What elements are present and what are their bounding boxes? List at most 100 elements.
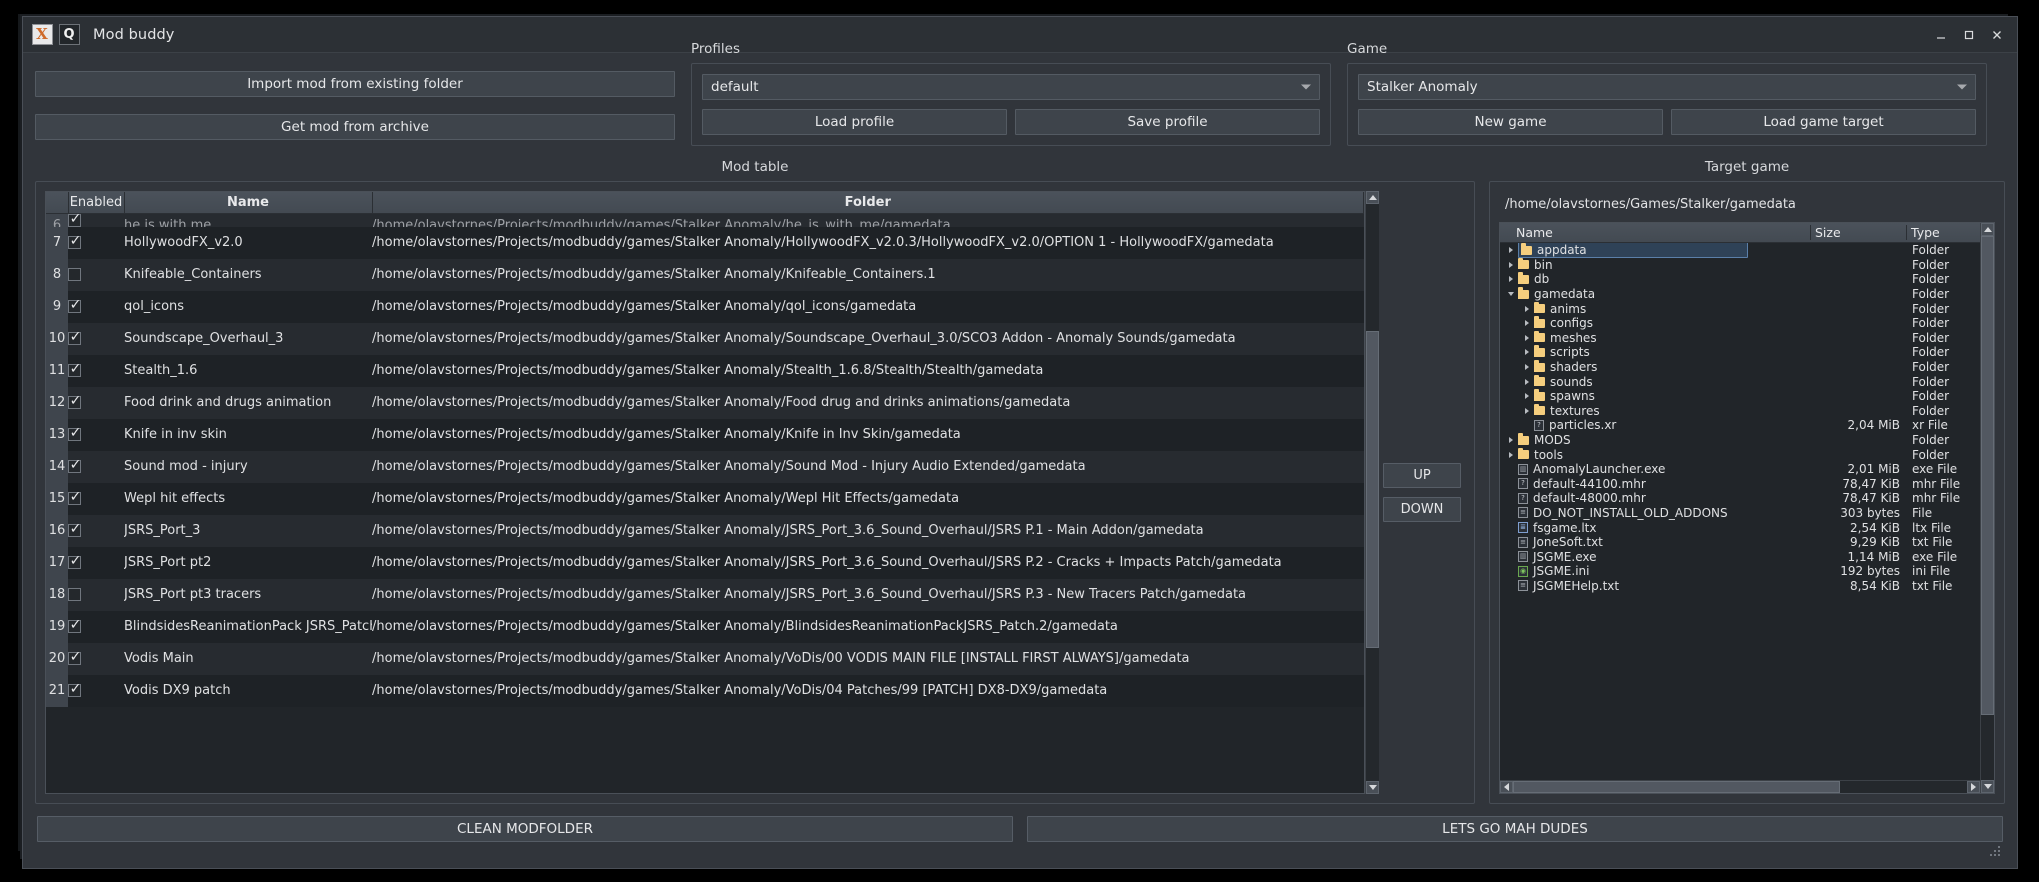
clean-modfolder-button[interactable]: CLEAN MODFOLDER <box>37 816 1013 842</box>
table-row[interactable]: 20 Vodis Main/home/olavstornes/Projects/m… <box>46 642 1364 675</box>
enabled-checkbox-cell[interactable] <box>68 642 124 675</box>
tree-row[interactable]: db Folder <box>1500 272 1980 287</box>
tree-row-name-cell[interactable]: appdata <box>1500 243 1810 259</box>
tree-row[interactable]: ≡ DO_NOT_INSTALL_OLD_ADDONS 303 bytes File <box>1500 506 1980 521</box>
mod-folder-cell[interactable]: /home/olavstornes/Projects/modbuddy/game… <box>372 578 1364 611</box>
table-row[interactable]: 21 Vodis DX9 patch/home/olavstornes/Proje… <box>46 674 1364 707</box>
tree-row[interactable]: meshes Folder <box>1500 330 1980 346</box>
load-game-target-button[interactable]: Load game target <box>1671 109 1976 135</box>
row-index[interactable]: 16 <box>46 514 68 547</box>
enabled-checkbox-cell[interactable] <box>68 610 124 643</box>
table-row[interactable]: 18 JSRS_Port pt3 tracers/home/olavstornes… <box>46 578 1364 611</box>
tree-row-name-cell[interactable]: ? default-48000.mhr <box>1500 491 1810 505</box>
chevron-right-icon[interactable] <box>1520 349 1534 356</box>
mod-folder-cell[interactable]: /home/olavstornes/Projects/modbuddy/game… <box>372 514 1364 547</box>
mod-table-header-enabled[interactable]: Enabled <box>68 192 125 214</box>
scroll-left-button[interactable] <box>1500 781 1513 793</box>
enabled-checkbox[interactable] <box>68 681 82 697</box>
maximize-icon[interactable] <box>1955 22 1983 48</box>
chevron-right-icon[interactable] <box>1504 437 1518 444</box>
tree-vertical-scrollbar[interactable] <box>1980 223 1994 793</box>
mod-name-cell[interactable]: he is with me <box>124 213 372 227</box>
tree-row-name-cell[interactable]: anims <box>1500 301 1810 316</box>
mod-name-cell[interactable]: Food drink and drugs animation <box>124 386 372 419</box>
game-select[interactable]: Stalker Anomaly <box>1358 74 1976 100</box>
enabled-checkbox-cell[interactable] <box>68 418 124 451</box>
enabled-checkbox[interactable] <box>68 297 82 313</box>
profile-select[interactable]: default <box>702 74 1320 100</box>
mod-folder-cell[interactable]: /home/olavstornes/Projects/modbuddy/game… <box>372 290 1364 323</box>
enabled-checkbox-cell[interactable] <box>68 213 124 227</box>
tree-row-name-cell[interactable]: spawns <box>1500 389 1810 403</box>
mod-name-cell[interactable]: Knifeable_Containers <box>124 258 372 291</box>
scroll-up-button[interactable] <box>1366 191 1379 204</box>
enabled-checkbox[interactable] <box>68 393 82 409</box>
mod-name-cell[interactable]: Vodis Main <box>124 642 372 675</box>
mod-folder-cell[interactable]: /home/olavstornes/Projects/modbuddy/game… <box>372 418 1364 451</box>
row-index[interactable]: 6 <box>46 213 68 227</box>
table-row[interactable]: 16 JSRS_Port_3/home/olavstornes/Projects/… <box>46 514 1364 547</box>
tree-scroll-track[interactable] <box>1981 236 1994 780</box>
enabled-checkbox[interactable] <box>68 329 82 345</box>
enabled-checkbox[interactable] <box>68 521 82 537</box>
enabled-checkbox[interactable] <box>68 617 82 633</box>
tree-row-name-cell[interactable]: ≡ DO_NOT_INSTALL_OLD_ADDONS <box>1500 506 1810 520</box>
tree-horizontal-scrollbar[interactable] <box>1500 780 1980 793</box>
enabled-checkbox[interactable] <box>68 361 82 377</box>
mod-name-cell[interactable]: Vodis DX9 patch <box>124 674 372 707</box>
tree-row[interactable]: bin Folder <box>1500 257 1980 273</box>
row-index[interactable]: 20 <box>46 642 68 675</box>
mod-name-cell[interactable]: JSRS_Port pt3 tracers <box>124 578 372 611</box>
table-row[interactable]: 10 Soundscape_Overhaul_3/home/olavstornes… <box>46 322 1364 355</box>
chevron-right-icon[interactable] <box>1504 247 1518 254</box>
tree-header-size[interactable]: Size <box>1810 225 1906 240</box>
enabled-checkbox[interactable] <box>68 553 82 569</box>
tree-row-name-cell[interactable]: scripts <box>1500 345 1810 359</box>
tree-scroll-down-button[interactable] <box>1981 780 1994 793</box>
mod-table[interactable]: Enabled Name Folder 6 he is with me/home/… <box>45 191 1365 794</box>
row-index[interactable]: 8 <box>46 258 68 291</box>
tree-row-name-cell[interactable]: ? particles.xr <box>1500 418 1810 432</box>
enabled-checkbox[interactable] <box>68 649 82 665</box>
scroll-down-button[interactable] <box>1366 781 1379 794</box>
enabled-checkbox[interactable] <box>68 457 82 473</box>
tree-header-type[interactable]: Type <box>1906 225 1980 240</box>
import-mod-from-folder-button[interactable]: Import mod from existing folder <box>35 71 675 97</box>
tree-row[interactable]: ▥ JSGME.exe 1,14 MiB exe File <box>1500 549 1980 564</box>
table-row[interactable]: 17 JSRS_Port pt2/home/olavstornes/Project… <box>46 546 1364 579</box>
mod-folder-cell[interactable]: /home/olavstornes/Projects/modbuddy/game… <box>372 610 1364 643</box>
chevron-right-icon[interactable] <box>1520 407 1534 414</box>
mod-name-cell[interactable]: Stealth_1.6 <box>124 354 372 387</box>
row-index[interactable]: 12 <box>46 386 68 419</box>
move-up-button[interactable]: UP <box>1383 463 1461 488</box>
enabled-checkbox-cell[interactable] <box>68 386 124 419</box>
chevron-right-icon[interactable] <box>1520 320 1534 327</box>
tree-row[interactable]: shaders Folder <box>1500 360 1980 375</box>
mod-folder-cell[interactable]: /home/olavstornes/Projects/modbuddy/game… <box>372 322 1364 355</box>
mod-folder-cell[interactable]: /home/olavstornes/Projects/modbuddy/game… <box>372 386 1364 419</box>
row-index[interactable]: 10 <box>46 322 68 355</box>
enabled-checkbox-cell[interactable] <box>68 546 124 579</box>
scroll-right-button[interactable] <box>1967 781 1980 793</box>
new-game-button[interactable]: New game <box>1358 109 1663 135</box>
tree-row[interactable]: spawns Folder <box>1500 389 1980 404</box>
mod-name-cell[interactable]: BlindsidesReanimationPack JSRS_Patch <box>124 610 372 643</box>
tree-row[interactable]: MODS Folder <box>1500 433 1980 448</box>
hscroll-track[interactable] <box>1513 781 1967 793</box>
enabled-checkbox-cell[interactable] <box>68 674 124 707</box>
tree-row-name-cell[interactable]: sounds <box>1500 374 1810 389</box>
mod-folder-cell[interactable]: /home/olavstornes/Projects/modbuddy/game… <box>372 226 1364 259</box>
tree-row-name-cell[interactable]: ? default-44100.mhr <box>1500 477 1810 491</box>
chevron-right-icon[interactable] <box>1520 393 1534 400</box>
enabled-checkbox[interactable] <box>68 425 82 441</box>
mod-table-header-name[interactable]: Name <box>124 192 373 214</box>
chevron-down-icon[interactable] <box>1504 292 1518 297</box>
enabled-checkbox-cell[interactable] <box>68 578 124 611</box>
table-row[interactable]: 11 Stealth_1.6/home/olavstornes/Projects/… <box>46 354 1364 387</box>
minimize-icon[interactable] <box>1927 22 1955 48</box>
enabled-checkbox-cell[interactable] <box>68 290 124 323</box>
mod-folder-cell[interactable]: /home/olavstornes/Projects/modbuddy/game… <box>372 213 1364 227</box>
mod-name-cell[interactable]: HollywoodFX_v2.0 <box>124 226 372 259</box>
tree-row-name-cell[interactable]: configs <box>1500 316 1810 330</box>
load-profile-button[interactable]: Load profile <box>702 109 1007 135</box>
